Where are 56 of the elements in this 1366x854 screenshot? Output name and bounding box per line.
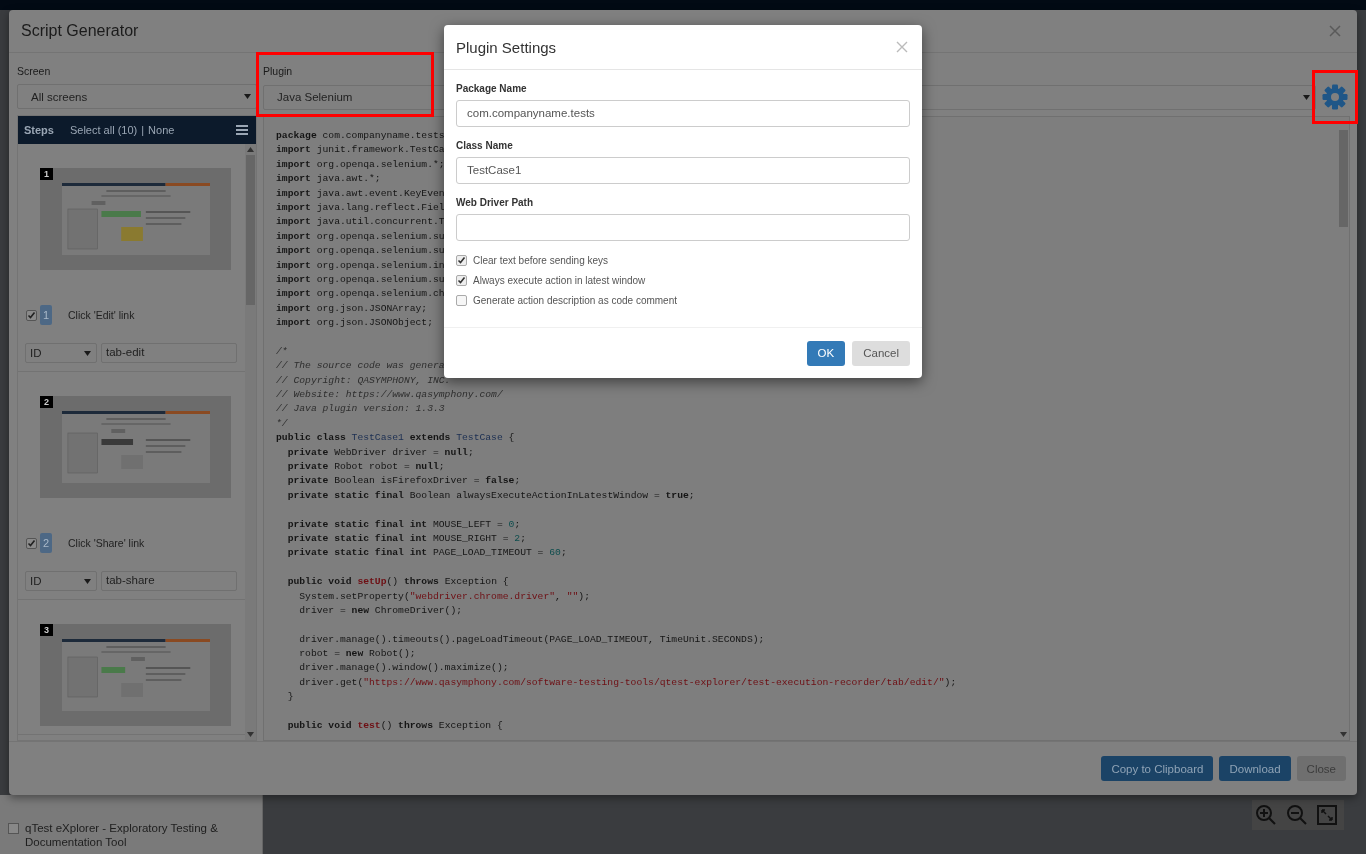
code-line: // The source code was genera xyxy=(276,360,445,372)
code-line: private Boolean isFirefoxDriver = false; xyxy=(286,475,521,487)
dialog-title: Plugin Settings xyxy=(456,38,557,56)
step-number: 2 xyxy=(40,396,53,408)
field-label: Package Name xyxy=(456,83,528,94)
code-line: } xyxy=(286,691,294,703)
code-line: robot = new Robot(); xyxy=(298,648,416,660)
step-number: 3 xyxy=(40,624,53,636)
code-line: import org.openqa.selenium.su xyxy=(276,273,445,285)
field-label: Screen xyxy=(17,65,52,78)
code-line: // Copyright: QASYMPHONY, INC. xyxy=(276,374,451,386)
code-line: import java.awt.*; xyxy=(276,173,381,185)
field-label: Plugin xyxy=(263,65,294,78)
step-number-badge: 2 xyxy=(40,533,52,553)
code-line: public class TestCase1 extends TestCase { xyxy=(276,432,515,444)
code-line: public void setUp() throws Exception { xyxy=(286,576,509,588)
code-line: import org.json.JSONArray; xyxy=(276,302,428,314)
code-line: import java.awt.event.KeyEven xyxy=(276,187,445,199)
option-label: Generate action description as code comment xyxy=(473,295,677,306)
code-line: import org.openqa.selenium.ch xyxy=(276,288,445,300)
code-line: private static final int MOUSE_RIGHT = 2; xyxy=(286,532,526,544)
code-line: driver.manage().window().maximize(); xyxy=(298,662,509,674)
code-line: private static final Boolean alwaysExecuteActionInLatestWindow = true; xyxy=(286,489,695,501)
code-line: import org.openqa.selenium.*; xyxy=(276,158,445,170)
code-line: // Java plugin version: 1.3.3 xyxy=(276,403,445,415)
field-label: Web Driver Path xyxy=(456,197,535,208)
code-line: import java.util.concurrent.T xyxy=(276,216,445,228)
separator-text: | xyxy=(141,124,145,136)
field-label: Class Name xyxy=(456,140,514,151)
code-line: // Website: https://www.qasymphony.com/ xyxy=(276,389,503,401)
code-line: private WebDriver driver = null; xyxy=(286,446,474,458)
code-line: import junit.framework.TestCa xyxy=(276,144,445,156)
code-line: import org.openqa.selenium.su xyxy=(276,230,445,242)
code-line: /* xyxy=(276,345,288,357)
code-line: import java.lang.reflect.Fiel xyxy=(276,201,445,213)
step-number: 1 xyxy=(40,168,53,180)
step-number-badge: 1 xyxy=(40,305,52,325)
code-line: package com.companyname.tests xyxy=(276,130,445,141)
option-label: Clear text before sending keys xyxy=(473,255,609,266)
step-action: Click 'Edit' link xyxy=(68,309,135,321)
option-label: Always execute action in latest window xyxy=(473,275,646,286)
code-line: private static final int PAGE_LOAD_TIMEOUT = 60; xyxy=(286,547,567,559)
code-line: driver = new ChromeDriver(); xyxy=(298,604,463,616)
code-line: private static final int MOUSE_LEFT = 0; xyxy=(286,518,521,530)
step-action: Click 'Share' link xyxy=(68,537,145,549)
code-line: driver.get("https://www.qasymphony.com/software-testing-tools/qtest-explorer/test-execution-recorder/tab/edit/"); xyxy=(298,676,957,688)
code-line: */ xyxy=(276,417,288,429)
code-line: driver.manage().timeouts().pageLoadTimeout(PAGE_LOAD_TIMEOUT, TimeUnit.SECONDS); xyxy=(298,633,765,645)
code-line: public void test() throws Exception { xyxy=(286,720,503,731)
code-line: import org.openqa.selenium.in xyxy=(276,259,445,271)
code-line: import org.json.JSONObject; xyxy=(276,317,433,329)
code-line: import org.openqa.selenium.su xyxy=(276,245,445,257)
steps-title: Steps xyxy=(24,124,54,136)
code-line: System.setProperty("webdriver.chrome.driver", ""); xyxy=(298,590,590,602)
dialog-title: Script Generator xyxy=(21,22,139,40)
code-line: private Robot robot = null; xyxy=(286,461,445,472)
